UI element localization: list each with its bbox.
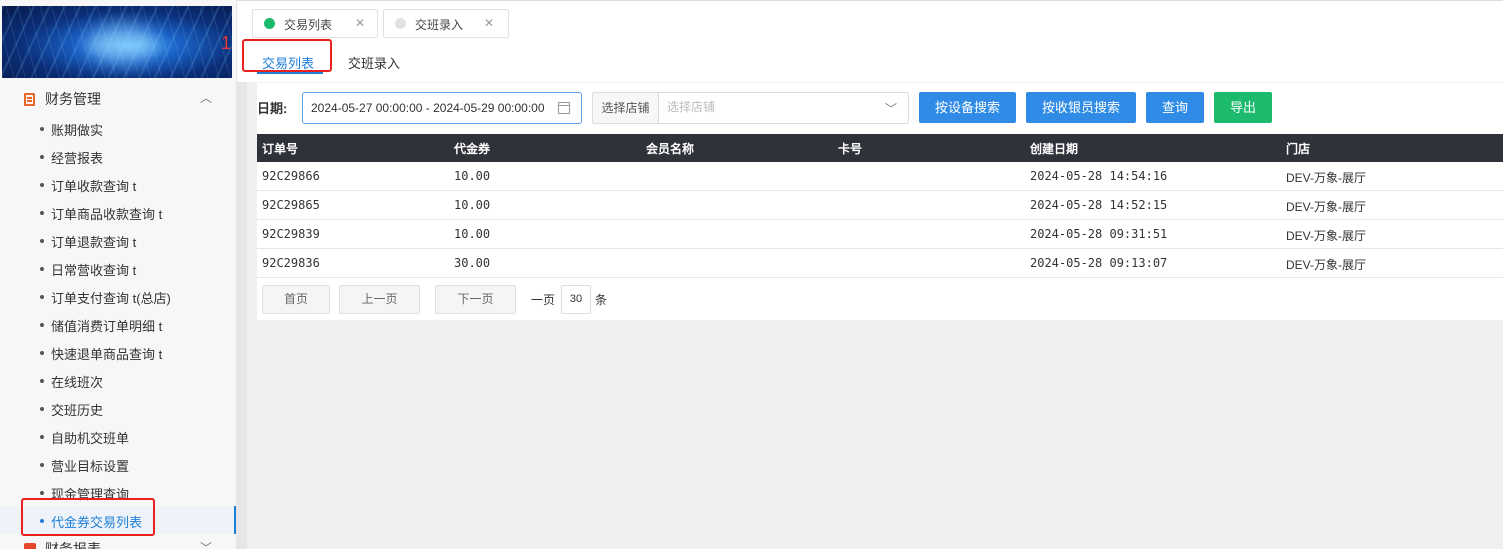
- date-range-value: 2024-05-27 00:00:00 - 2024-05-29 00:00:0…: [311, 101, 545, 115]
- status-dot-icon: [395, 18, 406, 29]
- column-header: 卡号: [838, 142, 863, 156]
- sidebar-item[interactable]: 订单商品收款查询 t: [0, 198, 236, 226]
- column-header: 订单号: [262, 142, 299, 156]
- search-by-device-button[interactable]: 按设备搜索: [919, 92, 1016, 123]
- column-header: 门店: [1286, 142, 1311, 156]
- date-label: 日期:: [257, 101, 288, 116]
- first-page-button[interactable]: 首页: [262, 285, 330, 314]
- chevron-down-icon: ﹀: [200, 541, 213, 549]
- banner-image: [2, 6, 232, 78]
- sidebar: 1 财务管理 ︿ 账期做实 经营报表 订单收款查询 t 订单商品收款查询 t 订…: [0, 0, 237, 549]
- annotation-highlight-subtab: [242, 39, 332, 72]
- column-header: 创建日期: [1030, 142, 1079, 156]
- sidebar-item[interactable]: 日常营收查询 t: [0, 254, 236, 282]
- chevron-down-icon: ﹀: [885, 102, 898, 116]
- tab-chip-shift-entry[interactable]: 交班录入 ✕: [383, 9, 509, 38]
- sidebar-group-label: 财务报表: [45, 541, 101, 549]
- calendar-icon: [558, 102, 570, 114]
- report-icon: [24, 543, 36, 549]
- close-icon[interactable]: ✕: [355, 16, 365, 30]
- sidebar-item[interactable]: 经营报表: [0, 142, 236, 170]
- table-row[interactable]: 92C29865 10.00 2024-05-28 14:52:15 DEV-万…: [257, 191, 1503, 220]
- store-label: 选择店铺: [592, 92, 659, 124]
- sidebar-group-finance-reports[interactable]: 财务报表 ﹀: [0, 535, 236, 549]
- sidebar-item[interactable]: 储值消费订单明细 t: [0, 310, 236, 338]
- annotation-marker: 1: [221, 33, 232, 53]
- sidebar-divider: [237, 0, 247, 549]
- table-row[interactable]: 92C29839 10.00 2024-05-28 09:31:51 DEV-万…: [257, 220, 1503, 249]
- store-input[interactable]: [667, 100, 867, 114]
- table-row[interactable]: 92C29866 10.00 2024-05-28 14:54:16 DEV-万…: [257, 162, 1503, 191]
- close-icon[interactable]: ✕: [484, 16, 494, 30]
- column-header: 会员名称: [646, 142, 695, 156]
- sidebar-item[interactable]: 订单收款查询 t: [0, 170, 236, 198]
- next-page-button[interactable]: 下一页: [435, 285, 516, 314]
- date-range-picker[interactable]: 2024-05-27 00:00:00 - 2024-05-29 00:00:0…: [302, 92, 582, 124]
- finance-doc-icon: [24, 93, 35, 106]
- sidebar-item[interactable]: 自助机交班单: [0, 422, 236, 450]
- sidebar-item[interactable]: 快速退单商品查询 t: [0, 338, 236, 366]
- table-row[interactable]: 92C29836 30.00 2024-05-28 09:13:07 DEV-万…: [257, 249, 1503, 278]
- sidebar-item[interactable]: 交班历史: [0, 394, 236, 422]
- sidebar-item[interactable]: 营业目标设置: [0, 450, 236, 478]
- column-header: 代金券: [454, 142, 491, 156]
- search-by-cashier-button[interactable]: 按收银员搜索: [1026, 92, 1136, 123]
- annotation-highlight-menu-item: [21, 498, 155, 536]
- export-button[interactable]: 导出: [1214, 92, 1272, 123]
- prev-page-button[interactable]: 上一页: [339, 285, 420, 314]
- tab-chip-transactions[interactable]: 交易列表 ✕: [252, 9, 378, 38]
- active-tab-indicator: [257, 72, 323, 74]
- subtab-shift-entry[interactable]: 交班录入: [348, 53, 400, 72]
- status-dot-icon: [264, 18, 275, 29]
- sidebar-item[interactable]: 订单退款查询 t: [0, 226, 236, 254]
- sidebar-group-label: 财务管理: [45, 91, 101, 107]
- table-header: 订单号 代金券 会员名称 卡号 创建日期 门店: [257, 134, 1503, 162]
- app-window: 1 财务管理 ︿ 账期做实 经营报表 订单收款查询 t 订单商品收款查询 t 订…: [0, 0, 1503, 549]
- sidebar-item[interactable]: 订单支付查询 t(总店): [0, 282, 236, 310]
- per-page-prefix: 一页: [531, 293, 556, 307]
- store-select[interactable]: ﹀: [659, 92, 909, 124]
- sidebar-group-finance[interactable]: 财务管理 ︿: [0, 85, 236, 113]
- query-button[interactable]: 查询: [1146, 92, 1204, 123]
- chevron-up-icon: ︿: [200, 91, 213, 105]
- per-page-suffix: 条: [595, 293, 608, 307]
- sidebar-item[interactable]: 账期做实: [0, 114, 236, 142]
- page-size-input[interactable]: 30: [561, 285, 591, 314]
- sidebar-item[interactable]: 在线班次: [0, 366, 236, 394]
